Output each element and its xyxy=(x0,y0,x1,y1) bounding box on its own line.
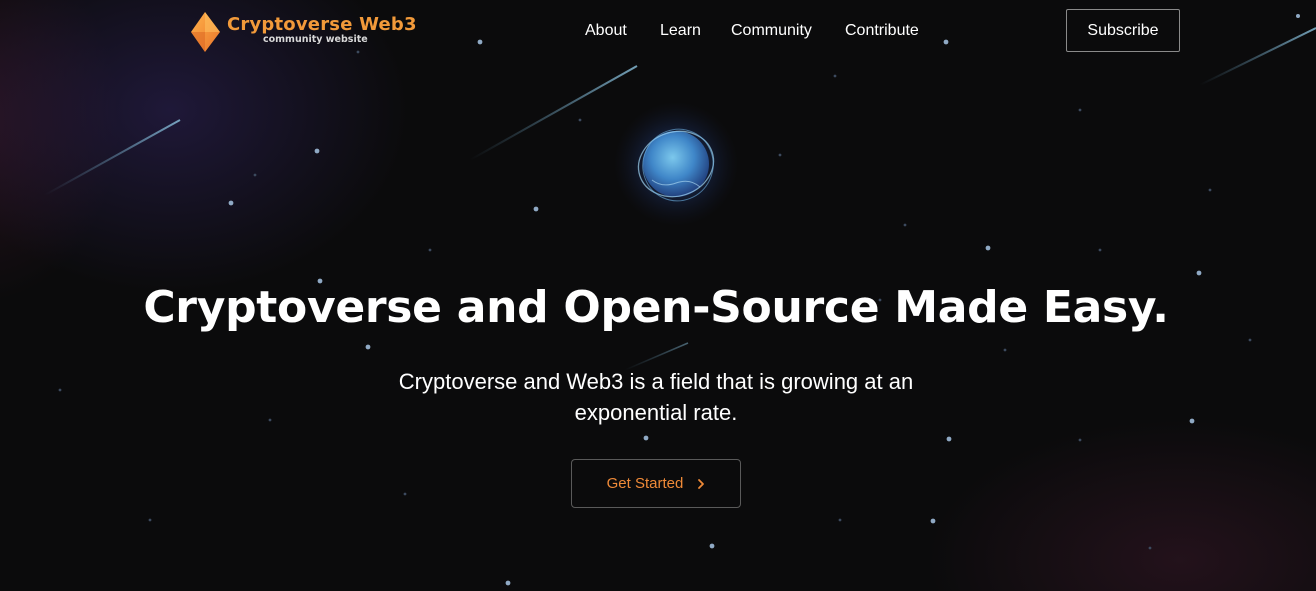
brand-title: Cryptoverse Web3 xyxy=(227,14,417,35)
subscribe-label: Subscribe xyxy=(1087,21,1159,39)
shooting-star xyxy=(1199,27,1316,86)
chevron-right-icon xyxy=(698,478,705,489)
nav-link-community[interactable]: Community xyxy=(731,22,812,40)
brand-logo[interactable]: Cryptoverse Web3 community website xyxy=(190,11,430,55)
get-started-button[interactable]: Get Started xyxy=(571,459,741,508)
hero-subtitle: Cryptoverse and Web3 is a field that is … xyxy=(398,369,914,425)
shooting-star xyxy=(469,65,638,161)
nav-link-contribute[interactable]: Contribute xyxy=(845,22,919,40)
diamond-icon xyxy=(191,12,220,52)
shooting-star xyxy=(44,119,181,196)
subscribe-button[interactable]: Subscribe xyxy=(1066,9,1180,52)
nav-link-learn[interactable]: Learn xyxy=(660,22,701,40)
nav-link-about[interactable]: About xyxy=(585,22,627,40)
hero-section: Cryptoverse Web3 community website About… xyxy=(0,0,1316,591)
hero-headline: Cryptoverse and Open-Source Made Easy. xyxy=(143,282,1169,333)
glowing-planet-icon xyxy=(614,102,738,226)
get-started-label: Get Started xyxy=(606,475,684,492)
brand-subtitle: community website xyxy=(263,34,368,45)
